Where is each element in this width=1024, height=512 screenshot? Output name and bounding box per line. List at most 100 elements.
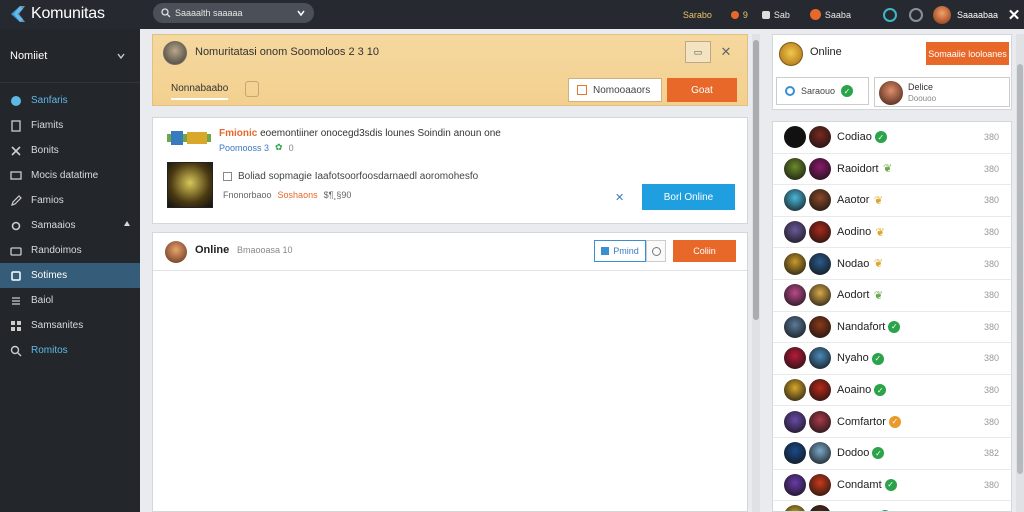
current-user-card[interactable]: Delice Doouoo: [874, 77, 1010, 107]
sync-icon[interactable]: [882, 7, 897, 22]
close-icon[interactable]: ✕: [713, 41, 739, 63]
close-icon[interactable]: ✕: [1004, 6, 1024, 24]
sidebar-item-5[interactable]: Famios: [0, 188, 140, 213]
online-panel-icon: [779, 42, 803, 66]
online-user-count: 380: [983, 132, 999, 143]
post-detail-a: Fnonorbaoo: [223, 190, 272, 200]
online-user-row[interactable]: Nandafort ✓ 380: [773, 312, 1011, 344]
outline-button[interactable]: Nomooaaors: [568, 78, 662, 102]
game-avatar: [784, 157, 806, 180]
online-user-count: 380: [983, 227, 999, 238]
right-scrollbar[interactable]: [1016, 34, 1024, 512]
edit-icon: [10, 194, 22, 207]
online-card-header: Online Bmaooasa 10 Pmind Coliin: [153, 233, 747, 271]
post-description: Boliad sopmagie Iaafotsoorfoosdarnaedl a…: [223, 171, 478, 182]
online-user-row[interactable]: Aaotor ❦ 380: [773, 185, 1011, 217]
online-card-avatar[interactable]: [165, 241, 187, 263]
online-user-row[interactable]: Aoaino ✓ 380: [773, 375, 1011, 407]
online-user-row[interactable]: Aodino ❦ 380: [773, 217, 1011, 249]
game-cover-image[interactable]: [167, 162, 213, 208]
online-user-count: 380: [983, 321, 999, 332]
primary-button[interactable]: Goat: [667, 78, 737, 102]
online-panel-action-button[interactable]: Somaaiie looloanes: [926, 42, 1009, 65]
group-title: Nomuritatasi onom Soomoloos 2 3 10: [195, 46, 380, 58]
list-icon: [10, 295, 22, 307]
user-label[interactable]: Saaaabaa: [957, 10, 998, 20]
game-avatar: [784, 284, 806, 307]
tab-main[interactable]: Nonnabaabo: [171, 83, 229, 100]
online-panel: Online Somaaiie looloanes Saraouo ✓ Deli…: [772, 34, 1012, 512]
online-user-row[interactable]: Aodort ❦ 380: [773, 280, 1011, 312]
sidebar-item-3[interactable]: Bonits: [0, 138, 140, 163]
search-box[interactable]: Saaaalth saaaaa: [153, 3, 314, 23]
online-user-name-text: Raoidort: [837, 162, 879, 175]
sidebar-item-7[interactable]: Randoimos: [0, 238, 140, 263]
online-filter[interactable]: Saraouo ✓: [776, 77, 869, 105]
online-user-row[interactable]: Nodao ❦ 380: [773, 248, 1011, 280]
settings-icon[interactable]: [908, 7, 923, 22]
topbar-item-1[interactable]: Sarabo: [683, 10, 712, 20]
online-user-row[interactable]: Raoidort ❦ 380: [773, 154, 1011, 186]
sidebar-item-8[interactable]: Sotimes: [0, 263, 140, 288]
online-user-row[interactable]: Nyaho ✓ 380: [773, 343, 1011, 375]
user-avatar: [809, 473, 831, 496]
sidebar-item-label: Baiol: [31, 295, 54, 306]
post-description-text: Boliad sopmagie Iaafotsoorfoosdarnaedl a…: [238, 171, 479, 182]
window-icon[interactable]: ▭: [685, 41, 711, 63]
online-user-name-text: Aodort: [837, 289, 870, 302]
user-avatar: [809, 442, 831, 465]
game-avatar: [784, 410, 806, 433]
circle-icon: [10, 95, 22, 107]
sidebar-item-2[interactable]: Fiamits: [0, 113, 140, 138]
topbar-item-3[interactable]: Sab: [761, 9, 790, 20]
sidebar-item-6[interactable]: Samaaios: [0, 213, 140, 238]
settings-icon: [10, 220, 22, 232]
online-user-row[interactable]: Codiao ✓ 380: [773, 122, 1011, 154]
online-user-row[interactable]: Condamt ✓ 380: [773, 470, 1011, 502]
online-user-name: Aodort ❦: [837, 289, 884, 302]
share-arrow-icon[interactable]: ✕: [615, 191, 624, 204]
main-scrollbar[interactable]: [752, 34, 760, 512]
topbar-item-1-label: Sarabo: [682, 9, 712, 20]
sidebar-item-1[interactable]: Sanfaris: [0, 88, 140, 113]
right-scrollbar-thumb[interactable]: [1017, 64, 1023, 474]
document-icon[interactable]: [245, 81, 259, 97]
post-title[interactable]: Fmionic eoemontiiner onocegd3sdis lounes…: [219, 128, 501, 139]
sidebar-item-9[interactable]: Baiol: [0, 288, 140, 313]
topbar-item-4[interactable]: Saaba: [809, 9, 851, 20]
user-avatar: [809, 252, 831, 275]
group-avatar[interactable]: [163, 41, 187, 65]
app-logo[interactable]: Komunitas: [8, 4, 105, 24]
sidebar-header[interactable]: Nomiiet: [0, 29, 140, 83]
user-avatar[interactable]: [932, 5, 951, 24]
online-card-title: Online: [195, 244, 230, 256]
sidebar-item-11[interactable]: Romitos: [0, 338, 140, 363]
play-online-button[interactable]: Borl Online: [642, 184, 735, 210]
options-button[interactable]: [646, 240, 666, 262]
sidebar-item-4[interactable]: Mocis datatime: [0, 163, 140, 188]
main-scrollbar-thumb[interactable]: [753, 40, 759, 320]
join-button[interactable]: Coliin: [673, 240, 736, 262]
online-user-name: Dodoo ✓: [837, 447, 885, 460]
chevron-down-icon[interactable]: [296, 8, 306, 18]
verified-check-icon: ✓: [872, 447, 885, 460]
online-user-row[interactable]: Doodoo✓380: [773, 501, 1011, 511]
post-detail-b[interactable]: Soshaons: [278, 190, 318, 200]
verified-check-icon: ✓: [874, 131, 887, 144]
online-user-row[interactable]: Comfartor ✓ 380: [773, 406, 1011, 438]
online-user-name: Aaotor ❦: [837, 194, 884, 207]
caret-up-icon[interactable]: [124, 221, 130, 226]
user-avatar: [809, 347, 831, 370]
chevron-down-icon[interactable]: [116, 51, 126, 61]
topbar-item-2[interactable]: 9: [730, 10, 748, 20]
topbar-item-3-label: Sab: [773, 9, 790, 20]
post-title-rest: eoemontiiner onocegd3sdis lounes Soindin…: [257, 128, 501, 139]
user-avatar: [809, 157, 831, 180]
sidebar-item-10[interactable]: Samsanites: [0, 313, 140, 338]
online-user-row[interactable]: Dodoo ✓ 382: [773, 438, 1011, 470]
top-bar: Komunitas Saaaalth saaaaa Sarabo 9 Sab S…: [0, 0, 1024, 29]
checkbox-icon[interactable]: [223, 172, 232, 181]
filter-button[interactable]: Pmind: [594, 240, 646, 262]
search-input-text[interactable]: Saaaalth saaaaa: [175, 8, 292, 18]
post-meta-link[interactable]: Poomooss 3: [219, 143, 269, 153]
